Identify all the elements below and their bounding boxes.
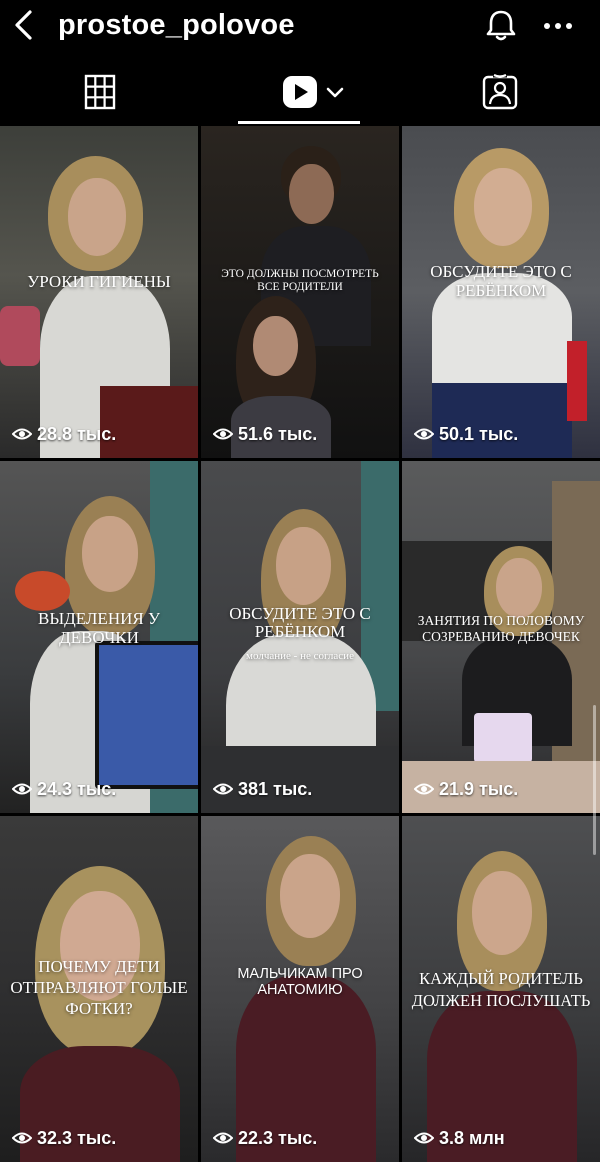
reel-title: УРОКИ ГИГИЕНЫ — [27, 272, 171, 291]
profile-header: prostoe_polovoe — [0, 0, 600, 50]
reel-title: МАЛЬЧИКАМ ПРО АНАТОМИЮ — [237, 966, 363, 998]
tab-grid[interactable] — [60, 62, 140, 124]
active-tab-indicator — [238, 121, 360, 124]
bell-icon — [486, 10, 516, 41]
more-horizontal-icon — [544, 23, 572, 29]
eye-icon — [414, 428, 434, 440]
tab-tagged[interactable] — [460, 62, 540, 124]
reel-thumbnail[interactable]: ВЫДЕЛЕНИЯ У ДЕВОЧКИ 24.3 тыс. — [0, 461, 198, 813]
eye-icon — [12, 1132, 32, 1144]
scrollbar[interactable] — [593, 705, 596, 855]
reel-title: ОБСУДИТЕ ЭТО С РЕБЁНКОМ — [430, 262, 572, 300]
reel-title: ЗАНЯТИЯ ПО ПОЛОВОМУ СОЗРЕВАНИЮ ДЕВОЧЕК — [417, 613, 585, 644]
reel-thumbnail[interactable]: МАЛЬЧИКАМ ПРО АНАТОМИЮ 22.3 тыс. — [201, 816, 399, 1162]
back-button[interactable] — [8, 6, 42, 44]
eye-icon — [213, 1132, 233, 1144]
reel-view-count: 28.8 тыс. — [12, 423, 116, 445]
reel-thumbnail[interactable]: ОБСУДИТЕ ЭТО С РЕБЁНКОМ молчание - не со… — [201, 461, 399, 813]
reel-view-count: 32.3 тыс. — [12, 1127, 116, 1149]
eye-icon — [12, 428, 32, 440]
profile-tabs — [0, 62, 600, 124]
reel-thumbnail[interactable]: ПОЧЕМУ ДЕТИ ОТПРАВЛЯЮТ ГОЛЫЕ ФОТКИ? 32.3… — [0, 816, 198, 1162]
eye-icon — [414, 1132, 434, 1144]
eye-icon — [414, 783, 434, 795]
reels-grid: УРОКИ ГИГИЕНЫ 28.8 тыс. ЭТО ДОЛЖНЫ ПОСМО… — [0, 126, 600, 1162]
reel-view-count: 3.8 млн — [414, 1127, 505, 1149]
reel-view-count: 22.3 тыс. — [213, 1127, 317, 1149]
reel-view-count: 21.9 тыс. — [414, 778, 518, 800]
tab-reels[interactable] — [238, 62, 360, 124]
profile-username: prostoe_polovoe — [58, 9, 295, 41]
reel-title: ЭТО ДОЛЖНЫ ПОСМОТРЕТЬ ВСЕ РОДИТЕЛИ — [221, 268, 379, 293]
grid-icon — [84, 74, 116, 110]
reel-thumbnail[interactable]: УРОКИ ГИГИЕНЫ 28.8 тыс. — [0, 126, 198, 458]
chevron-down-icon — [326, 87, 344, 98]
reel-view-count: 50.1 тыс. — [414, 423, 518, 445]
reel-thumbnail[interactable]: ОБСУДИТЕ ЭТО С РЕБЁНКОМ 50.1 тыс. — [402, 126, 600, 458]
reel-subtitle: молчание - не согласие — [246, 650, 354, 662]
reel-title: ВЫДЕЛЕНИЯ У ДЕВОЧКИ — [37, 609, 160, 647]
reel-thumbnail[interactable]: ЭТО ДОЛЖНЫ ПОСМОТРЕТЬ ВСЕ РОДИТЕЛИ 51.6 … — [201, 126, 399, 458]
reel-title-text: ОБСУДИТЕ ЭТО С РЕБЁНКОМ — [229, 604, 371, 641]
reel-view-count: 24.3 тыс. — [12, 778, 116, 800]
reel-title: ПОЧЕМУ ДЕТИ ОТПРАВЛЯЮТ ГОЛЫЕ ФОТКИ? — [10, 957, 188, 1018]
eye-icon — [213, 783, 233, 795]
notifications-button[interactable] — [483, 6, 519, 44]
eye-icon — [12, 783, 32, 795]
tagged-person-icon — [482, 73, 518, 110]
reel-view-count: 51.6 тыс. — [213, 423, 317, 445]
reel-thumbnail[interactable]: КАЖДЫЙ РОДИТЕЛЬ ДОЛЖЕН ПОСЛУШАТЬ 3.8 млн — [402, 816, 600, 1162]
reel-title: КАЖДЫЙ РОДИТЕЛЬ ДОЛЖЕН ПОСЛУШАТЬ — [411, 969, 591, 1010]
more-options-button[interactable] — [538, 6, 578, 44]
chevron-left-icon — [15, 10, 32, 40]
reel-thumbnail[interactable]: ЗАНЯТИЯ ПО ПОЛОВОМУ СОЗРЕВАНИЮ ДЕВОЧЕК 2… — [402, 461, 600, 813]
eye-icon — [213, 428, 233, 440]
reel-view-count: 381 тыс. — [213, 778, 312, 800]
reel-title: ОБСУДИТЕ ЭТО С РЕБЁНКОМ молчание - не со… — [201, 605, 399, 665]
